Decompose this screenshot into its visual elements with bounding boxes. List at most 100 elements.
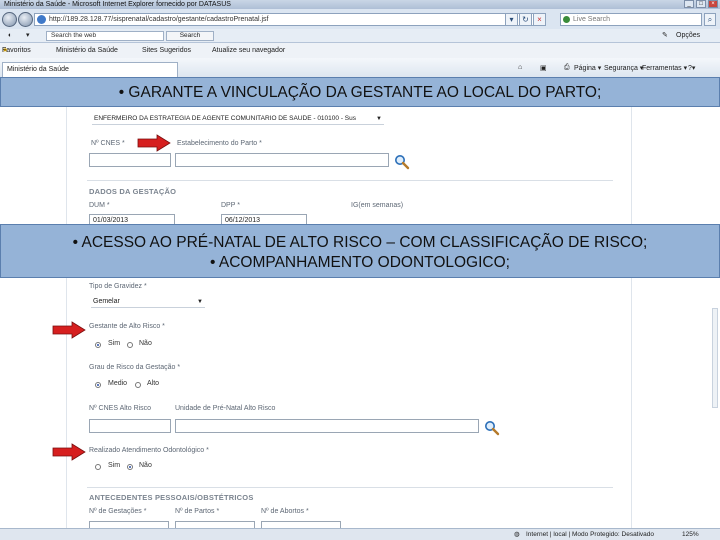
toolbar-dropdown-icon[interactable]: ▾ xyxy=(26,29,30,43)
unidade-alto-risco-input[interactable] xyxy=(175,419,479,433)
dropdown-icon[interactable]: ▾ xyxy=(505,13,518,26)
cnes-input[interactable] xyxy=(89,153,171,167)
menu-pagina[interactable]: Página ▾ xyxy=(574,64,601,72)
favorites-bar: ★ Favoritos Ministério da Saúde Sites Su… xyxy=(0,43,720,58)
toolbar-search-value: Search the web xyxy=(51,32,97,39)
menu-ferramentas-label: Ferramentas xyxy=(642,65,682,72)
window-controls: _ □ × xyxy=(684,0,718,8)
equipe-select[interactable]: ENFERMEIRO DA ESTRATEGIA DE AGENTE COMUN… xyxy=(92,113,384,125)
red-arrow-icon xyxy=(52,321,86,339)
odonto-sim-radio[interactable] xyxy=(95,464,101,470)
page-scrollbar[interactable] xyxy=(712,308,718,408)
gestacoes-label: Nº de Gestações * xyxy=(89,508,147,515)
close-icon[interactable]: × xyxy=(708,0,718,8)
help-icon[interactable]: ?▾ xyxy=(688,64,695,72)
alto-risco-sim-radio[interactable] xyxy=(95,342,101,348)
live-search-input[interactable]: Live Search xyxy=(560,13,702,26)
search-icon[interactable]: ⌕ xyxy=(704,13,716,26)
toolbar-options[interactable]: Opções xyxy=(676,29,700,43)
address-url: http://189.28.128.77/sisprenatal/cadastr… xyxy=(49,16,269,23)
ig-label: IG(em semanas) xyxy=(351,202,404,209)
favorite-item[interactable]: Sites Sugeridos xyxy=(142,43,191,58)
grau-risco-alto-label: Alto xyxy=(147,380,160,387)
estab-parto-input[interactable] xyxy=(175,153,389,167)
odonto-nao-label: Não xyxy=(139,462,152,469)
window-titlebar: Ministério da Saúde - Microsoft Internet… xyxy=(0,0,720,9)
toolbar-search-input[interactable]: Search the web xyxy=(46,31,164,41)
alto-risco-label: Gestante de Alto Risco * xyxy=(89,323,165,330)
tipo-gravidez-label: Tipo de Gravidez * xyxy=(89,283,147,290)
favorite-item[interactable]: Atualize seu navegador xyxy=(212,43,285,58)
address-input[interactable]: http://189.28.128.77/sisprenatal/cadastr… xyxy=(34,13,544,26)
ie-logo-icon xyxy=(37,15,46,24)
zoom-level[interactable]: 125% xyxy=(682,529,699,540)
toolbar-search-button-label: Search xyxy=(179,32,201,39)
globe-icon: ◍ xyxy=(514,531,520,538)
banner-line: • ACESSO AO PRÉ-NATAL DE ALTO RISCO – CO… xyxy=(72,234,648,251)
print-icon[interactable]: ⎙ xyxy=(564,64,570,72)
alto-risco-nao-radio[interactable] xyxy=(127,342,133,348)
live-search-placeholder: Live Search xyxy=(573,16,610,23)
divider xyxy=(87,487,613,488)
banner-line: • ACOMPANHAMENTO ODONTOLOGICO; xyxy=(210,254,510,271)
alto-risco-sim-label: Sim xyxy=(108,340,121,347)
dpp-label: DPP * xyxy=(221,202,240,209)
status-bar: ◍ Internet | local | Modo Protegido: Des… xyxy=(0,528,720,540)
red-arrow-icon xyxy=(52,443,86,461)
magnifier-icon[interactable] xyxy=(484,420,500,436)
feeds-icon[interactable]: ▣ xyxy=(540,64,547,72)
toolbar-row: ◐ ▾ Search the web Search ✎ Opções xyxy=(0,29,720,43)
cnes-alto-risco-input[interactable] xyxy=(89,419,171,433)
odonto-nao-radio[interactable] xyxy=(127,464,133,470)
odonto-label: Realizado Atendimento Odontológico * xyxy=(89,447,209,454)
minimize-icon[interactable]: _ xyxy=(684,0,694,8)
odonto-sim-label: Sim xyxy=(108,462,121,469)
menu-seguranca-label: Segurança xyxy=(604,65,638,72)
banner-line: • GARANTE A VINCULAÇÃO DA GESTANTE AO LO… xyxy=(118,84,602,101)
maximize-icon[interactable]: □ xyxy=(696,0,706,8)
command-bar: Ministério da Saúde ⌂ ▣ ⎙ Página ▾ Segur… xyxy=(0,58,720,78)
grau-risco-label: Grau de Risco da Gestação * xyxy=(89,364,181,371)
home-icon[interactable]: ⌂ xyxy=(518,64,522,71)
grau-risco-medio-radio[interactable] xyxy=(95,382,101,388)
favorite-item[interactable]: Ministério da Saúde xyxy=(56,43,118,58)
equipe-value: ENFERMEIRO DA ESTRATEGIA DE AGENTE COMUN… xyxy=(94,115,356,122)
live-search-icon xyxy=(563,16,570,23)
back-icon[interactable] xyxy=(2,12,17,27)
alto-risco-nao-label: Não xyxy=(139,340,152,347)
dum-value: 01/03/2013 xyxy=(93,217,129,224)
grau-risco-medio-label: Medio xyxy=(108,380,128,387)
tab-ministerio[interactable]: Ministério da Saúde xyxy=(2,62,178,78)
magnifier-icon[interactable] xyxy=(394,154,410,170)
window-title: Ministério da Saúde - Microsoft Internet… xyxy=(4,1,231,8)
grau-risco-alto-radio[interactable] xyxy=(135,382,141,388)
partos-label: Nº de Partos * xyxy=(175,508,220,515)
divider xyxy=(87,180,613,181)
estab-parto-label: Estabelecimento do Parto * xyxy=(177,140,262,147)
tipo-gravidez-select[interactable]: Gemelar ▼ xyxy=(91,296,205,308)
favorites-label: Favoritos xyxy=(2,47,31,54)
tab-label: Ministério da Saúde xyxy=(7,66,69,73)
abortos-label: Nº de Abortos * xyxy=(261,508,309,515)
antecedentes-title: ANTECEDENTES PESSOAIS/OBSTÉTRICOS xyxy=(89,493,254,502)
menu-ferramentas[interactable]: Ferramentas ▾ xyxy=(642,64,687,72)
chevron-down-icon: ▼ xyxy=(197,299,203,305)
forward-icon[interactable] xyxy=(18,12,33,27)
status-zone: Internet | local | Modo Protegido: Desat… xyxy=(526,531,655,538)
toolbar-options-icon[interactable]: ✎ xyxy=(662,29,668,43)
page-content: ENFERMEIRO DA ESTRATEGIA DE AGENTE COMUN… xyxy=(0,78,720,529)
dados-gestacao-title: DADOS DA GESTAÇÃO xyxy=(89,187,177,196)
dpp-value: 06/12/2013 xyxy=(225,217,261,224)
banner-alto-risco: • ACESSO AO PRÉ-NATAL DE ALTO RISCO – CO… xyxy=(0,224,720,278)
tipo-gravidez-value: Gemelar xyxy=(93,298,120,305)
refresh-icon[interactable]: ↻ xyxy=(519,13,532,26)
toolbar-logo-icon: ◐ xyxy=(8,32,13,39)
menu-pagina-label: Página xyxy=(574,65,596,72)
red-arrow-icon xyxy=(137,134,171,152)
menu-seguranca[interactable]: Segurança ▾ xyxy=(604,64,643,72)
address-row: http://189.28.128.77/sisprenatal/cadastr… xyxy=(0,9,720,29)
stop-icon[interactable]: × xyxy=(533,13,546,26)
chevron-down-icon: ▼ xyxy=(376,116,382,122)
dum-label: DUM * xyxy=(89,202,110,209)
toolbar-search-button[interactable]: Search xyxy=(166,31,214,41)
